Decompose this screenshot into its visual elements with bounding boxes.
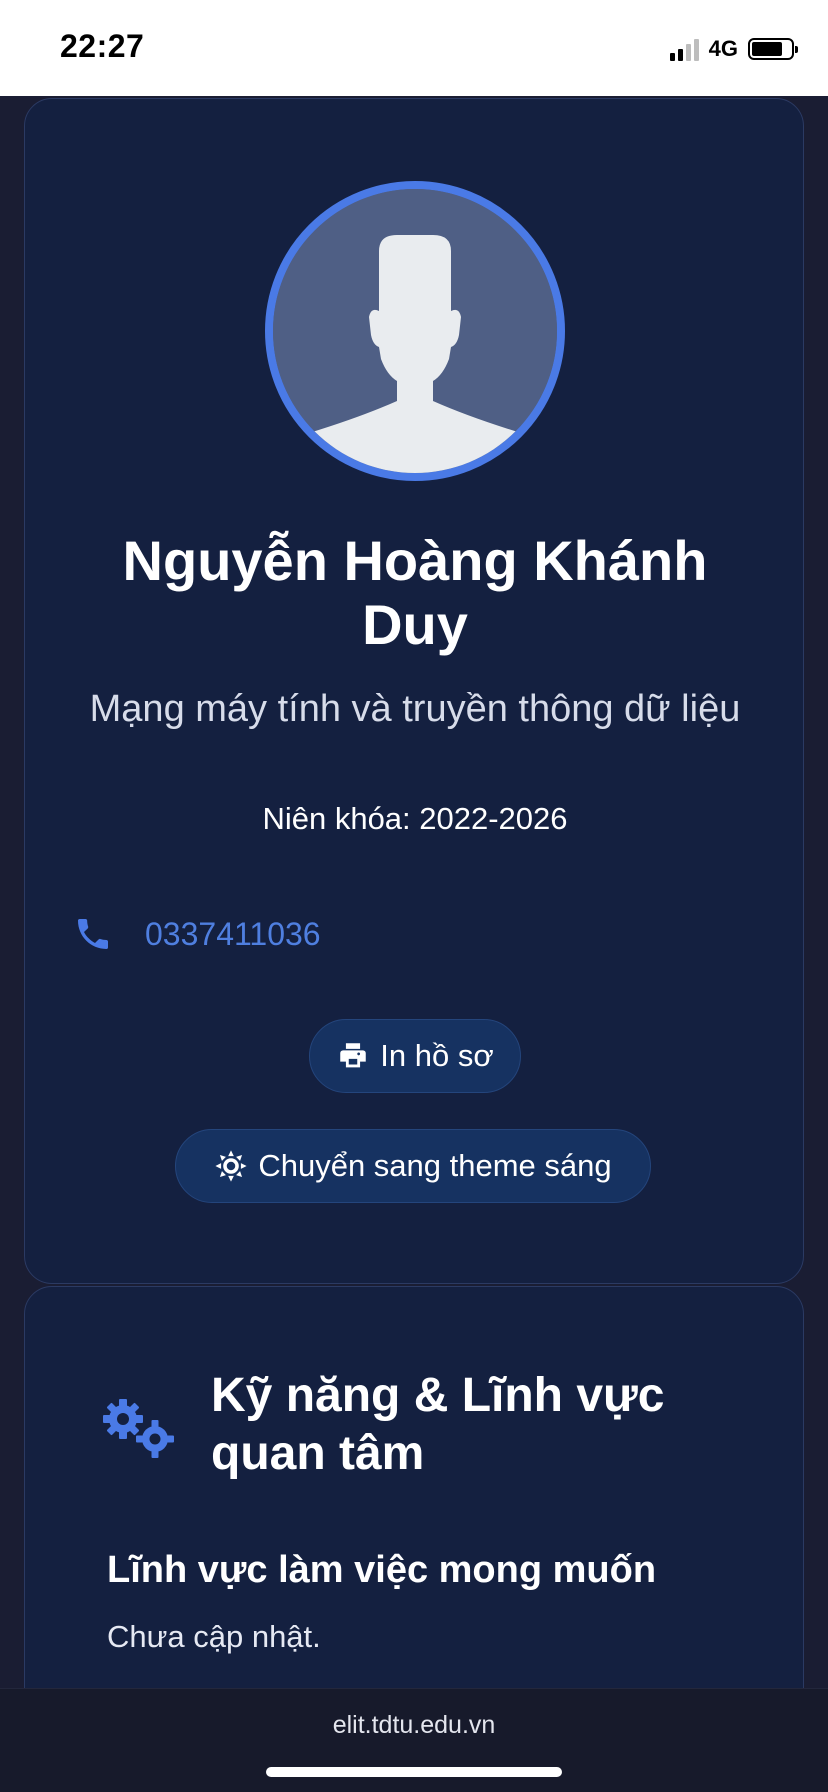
battery-icon: [748, 38, 798, 60]
default-avatar-icon: [265, 181, 565, 481]
home-indicator[interactable]: [266, 1767, 562, 1777]
profile-major: Mạng máy tính và truyền thông dữ liệu: [89, 688, 741, 730]
profile-card: Nguyễn Hoàng Khánh Duy Mạng máy tính và …: [24, 98, 804, 1284]
print-profile-label: In hồ sơ: [380, 1038, 494, 1073]
phone-row[interactable]: 0337411036: [73, 909, 321, 959]
cellular-signal-icon: [669, 37, 699, 61]
toggle-light-theme-label: Chuyển sang theme sáng: [258, 1148, 612, 1183]
gears-icon: [103, 1399, 174, 1458]
profile-academic-year: Niên khóa: 2022-2026: [262, 801, 568, 836]
network-type: 4G: [708, 36, 738, 61]
phone-link[interactable]: 0337411036: [145, 916, 321, 953]
status-bar: 22:27 4G: [0, 0, 828, 96]
sun-icon: [215, 1150, 247, 1182]
status-time: 22:27: [60, 28, 145, 64]
phone-icon: [78, 919, 108, 949]
printer-icon: [340, 1043, 367, 1068]
skills-section-title: Kỹ năng & Lĩnh vực quan tâm: [211, 1369, 665, 1480]
status-indicators: 4G: [669, 34, 798, 64]
profile-name: Nguyễn Hoàng Khánh Duy: [122, 529, 708, 656]
print-profile-button[interactable]: In hồ sơ: [309, 1019, 521, 1093]
url-text[interactable]: elit.tdtu.edu.vn: [0, 1711, 828, 1740]
desired-field-value: Chưa cập nhật.: [107, 1619, 321, 1654]
toggle-light-theme-button[interactable]: Chuyển sang theme sáng: [175, 1129, 651, 1203]
skills-card: Kỹ năng & Lĩnh vực quan tâm Lĩnh vực làm…: [24, 1286, 804, 1706]
browser-url-bar[interactable]: elit.tdtu.edu.vn: [0, 1688, 828, 1792]
desired-field-heading: Lĩnh vực làm việc mong muốn: [107, 1549, 657, 1591]
